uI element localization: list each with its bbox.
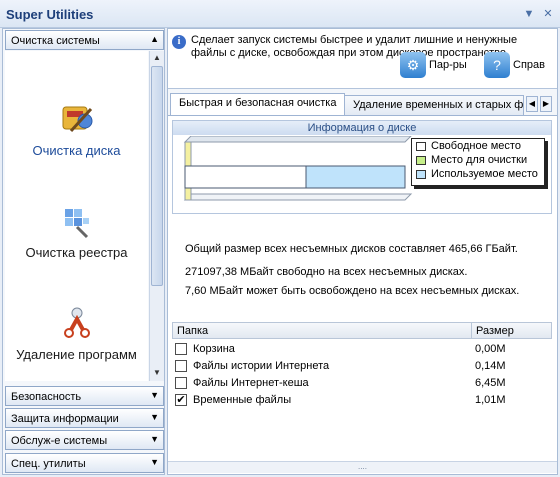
chevron-down-icon: ▼ [150, 457, 159, 467]
gear-icon: ⚙ [400, 52, 426, 78]
tab-content: Информация о диске Свободное место Место… [168, 115, 557, 474]
scrollbar-thumb[interactable] [151, 66, 163, 286]
category-system-maintenance[interactable]: Обслуж-е системы ▼ [5, 430, 164, 450]
category-label: Очистка системы [11, 35, 100, 47]
legend-swatch-used [416, 170, 426, 179]
category-label: Безопасность [11, 391, 82, 403]
tool-list: Очистка диска Очистка реестра Удаление п… [5, 51, 148, 381]
tool-label: Очистка диска [32, 143, 121, 158]
settings-button[interactable]: ⚙ Пар-ры [400, 51, 467, 79]
column-separator [471, 323, 472, 339]
tab-bar: Быстрая и безопасная очистка Удаление вр… [168, 93, 557, 115]
info-bar: i Сделает запуск системы быстрее и удали… [168, 29, 557, 89]
info-icon: i [172, 35, 186, 49]
category-security[interactable]: Безопасность ▼ [5, 386, 164, 406]
window-title: Super Utilities [6, 7, 94, 22]
row-name: Файлы истории Интернета [193, 360, 330, 372]
legend-swatch-cleanup [416, 156, 426, 165]
tool-label: Очистка реестра [25, 245, 128, 260]
disk-cleanup-icon [62, 106, 92, 133]
chevron-up-icon: ▲ [150, 34, 159, 44]
uninstall-programs-icon [63, 307, 90, 338]
row-name: Файлы Интернет-кеша [193, 377, 309, 389]
total-size-text: Общий размер всех несъемных дисков соста… [185, 243, 518, 255]
chevron-down-icon: ▼ [150, 434, 159, 444]
tool-uninstall-programs[interactable]: Удаление программ [5, 303, 148, 362]
table-row[interactable]: ✔ Временные файлы 1,01M [172, 392, 552, 409]
settings-label: Пар-ры [429, 59, 467, 71]
main-panel: i Сделает запуск системы быстрее и удали… [167, 28, 558, 475]
free-space-text: 271097,38 МБайт свободно на всех несъемн… [185, 266, 468, 278]
dropdown-icon[interactable]: ▼ [523, 8, 535, 20]
row-checkbox[interactable] [175, 377, 187, 389]
sidebar-scrollbar[interactable]: ▲ ▼ [149, 51, 164, 381]
resize-grip[interactable]: .... [168, 461, 557, 473]
help-icon: ? [484, 52, 510, 78]
row-size: 0,14M [475, 360, 506, 372]
legend: Свободное место Место для очистки Исполь… [411, 138, 545, 186]
tab-scroll-left-icon[interactable]: ◀ [526, 96, 538, 112]
chevron-down-icon: ▼ [150, 412, 159, 422]
title-bar: Super Utilities ▼ ✕ [0, 0, 560, 28]
legend-used-label: Используемое место [431, 168, 538, 180]
column-folder[interactable]: Папка [177, 325, 208, 337]
category-label: Защита информации [11, 413, 119, 425]
help-label: Справ [513, 59, 545, 71]
legend-swatch-free [416, 142, 426, 151]
category-label: Спец. утилиты [11, 458, 86, 470]
category-system-cleanup[interactable]: Очистка системы ▲ [5, 30, 164, 50]
registry-cleaner-icon [64, 209, 89, 239]
disk-info-box: Информация о диске Свободное место Место… [172, 120, 552, 214]
table-row[interactable]: Файлы Интернет-кеша 6,45M [172, 375, 552, 392]
row-checkbox[interactable] [175, 343, 187, 355]
category-data-protection[interactable]: Защита информации ▼ [5, 408, 164, 428]
row-checkbox[interactable]: ✔ [175, 394, 187, 406]
grid-header: Папка Размер [172, 322, 552, 339]
category-special-utilities[interactable]: Спец. утилиты ▼ [5, 453, 164, 473]
free-space-segment [184, 165, 307, 189]
used-space-segment [305, 165, 406, 189]
scroll-up-icon[interactable]: ▲ [150, 51, 164, 65]
scroll-down-icon[interactable]: ▼ [150, 366, 164, 380]
tool-label: Удаление программ [16, 347, 137, 362]
disk-info-title: Информация о диске [173, 121, 551, 135]
tab-temp-files[interactable]: Удаление временных и старых файлов [344, 95, 524, 115]
legend-free-label: Свободное место [431, 140, 521, 152]
sidebar: Очистка системы ▲ Очистка диска Очистка … [2, 28, 165, 475]
tab-scroll-right-icon[interactable]: ▶ [540, 96, 552, 112]
row-checkbox[interactable] [175, 360, 187, 372]
legend-cleanup-label: Место для очистки [431, 154, 528, 166]
row-size: 1,01M [475, 394, 506, 406]
tool-registry-cleaner[interactable]: Очистка реестра [5, 201, 148, 260]
tool-disk-cleanup[interactable]: Очистка диска [5, 99, 148, 158]
row-name: Временные файлы [193, 394, 292, 406]
help-button[interactable]: ? Справ [484, 51, 545, 79]
tab-quick-cleanup[interactable]: Быстрая и безопасная очистка [170, 93, 346, 115]
category-label: Обслуж-е системы [11, 435, 108, 447]
row-name: Корзина [193, 343, 235, 355]
close-icon[interactable]: ✕ [542, 8, 554, 20]
table-row[interactable]: Корзина 0,00M [172, 341, 552, 358]
row-size: 6,45M [475, 377, 506, 389]
chevron-down-icon: ▼ [150, 390, 159, 400]
cleanable-space-text: 7,60 МБайт может быть освобождено на все… [185, 285, 520, 297]
row-size: 0,00M [475, 343, 506, 355]
table-row[interactable]: Файлы истории Интернета 0,14M [172, 358, 552, 375]
column-size[interactable]: Размер [476, 325, 514, 337]
